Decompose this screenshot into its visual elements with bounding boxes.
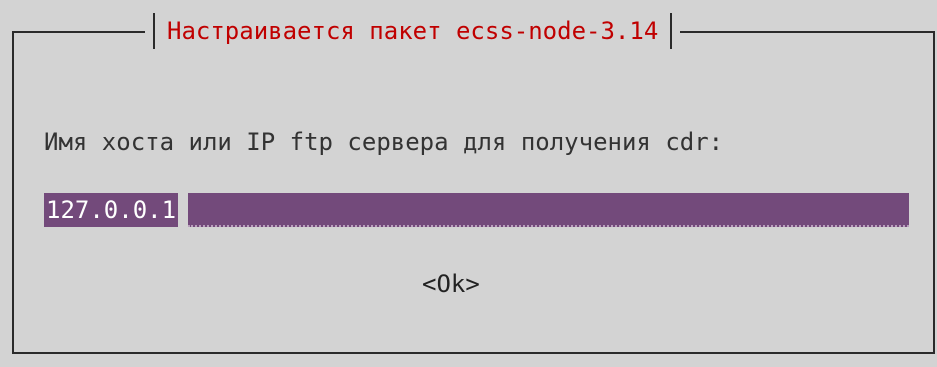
dialog-title: Настраивается пакет ecss-node-3.14 [167,17,659,45]
dialog-screen: Настраивается пакет ecss-node-3.14 Имя х… [0,0,937,367]
title-left-divider [153,13,155,49]
title-right-divider [670,13,673,49]
host-input-value[interactable]: 127.0.0.1 [44,193,179,227]
dialog-title-wrap: Настраивается пакет ecss-node-3.14 [145,12,681,50]
input-prompt: Имя хоста или IP ftp сервера для получен… [44,128,724,156]
text-cursor [182,193,185,227]
host-input-field[interactable]: 127.0.0.1 [44,193,909,227]
ok-button[interactable]: <Ok> [422,266,480,302]
host-input-fill[interactable] [188,193,909,227]
